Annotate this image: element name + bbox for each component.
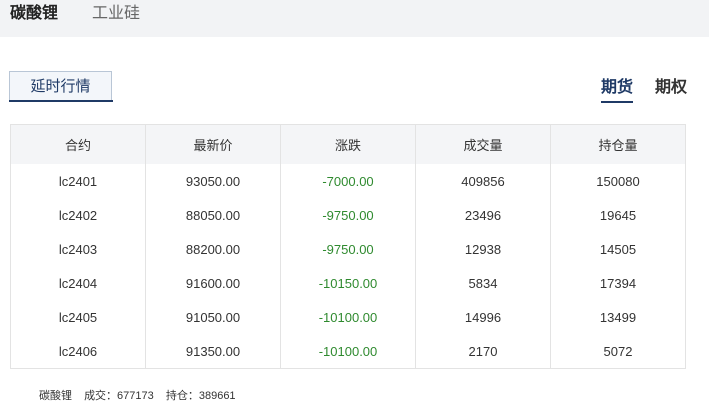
table-row[interactable]: lc2404 91600.00 -10150.00 5834 17394	[10, 266, 686, 300]
column-header-change: 涨跌	[280, 124, 416, 164]
cell-contract: lc2402	[10, 198, 146, 232]
tab-delayed-quotes[interactable]: 延时行情	[9, 71, 112, 101]
product-tab-bar: 碳酸锂 工业硅	[0, 0, 709, 37]
table-header-row: 合约 最新价 涨跌 成交量 持仓量	[10, 124, 686, 164]
table-row[interactable]: lc2405 91050.00 -10100.00 14996 13499	[10, 300, 686, 334]
column-header-last-price: 最新价	[145, 124, 281, 164]
column-header-contract: 合约	[10, 124, 146, 164]
cell-last-price: 91600.00	[145, 266, 281, 300]
table-row[interactable]: lc2401 93050.00 -7000.00 409856 150080	[10, 164, 686, 198]
cell-open-interest: 17394	[550, 266, 686, 300]
table-row[interactable]: lc2402 88050.00 -9750.00 23496 19645	[10, 198, 686, 232]
cell-last-price: 91050.00	[145, 300, 281, 334]
cell-contract: lc2401	[10, 164, 146, 198]
market-summary: 碳酸锂 成交：677173 持仓：389661	[39, 389, 245, 403]
summary-open-interest: 持仓：389661	[165, 390, 236, 402]
cell-change: -10100.00	[280, 300, 416, 334]
cell-last-price: 88200.00	[145, 232, 281, 266]
cell-open-interest: 150080	[550, 164, 686, 198]
cell-volume: 2170	[415, 334, 551, 369]
tab-industrial-silicon[interactable]: 工业硅	[92, 4, 140, 24]
subtab-underline	[9, 100, 113, 102]
cell-open-interest: 14505	[550, 232, 686, 266]
cell-change: -9750.00	[280, 198, 416, 232]
column-header-open-interest: 持仓量	[550, 124, 686, 164]
summary-volume: 成交：677173	[84, 390, 154, 402]
cell-volume: 23496	[415, 198, 551, 232]
cell-contract: lc2404	[10, 266, 146, 300]
cell-contract: lc2403	[10, 232, 146, 266]
cell-change: -9750.00	[280, 232, 416, 266]
cell-change: -10150.00	[280, 266, 416, 300]
summary-product: 碳酸锂	[39, 390, 72, 402]
quotes-table: 合约 最新价 涨跌 成交量 持仓量 lc2401 93050.00 -7000.…	[10, 124, 686, 369]
tab-lithium-carbonate[interactable]: 碳酸锂	[10, 4, 58, 24]
table-row[interactable]: lc2403 88200.00 -9750.00 12938 14505	[10, 232, 686, 266]
cell-contract: lc2406	[10, 334, 146, 369]
mode-futures[interactable]: 期货	[601, 78, 633, 98]
cell-volume: 14996	[415, 300, 551, 334]
cell-open-interest: 19645	[550, 198, 686, 232]
mode-options[interactable]: 期权	[655, 78, 687, 98]
cell-open-interest: 5072	[550, 334, 686, 369]
cell-last-price: 88050.00	[145, 198, 281, 232]
cell-open-interest: 13499	[550, 300, 686, 334]
table-row[interactable]: lc2406 91350.00 -10100.00 2170 5072	[10, 334, 686, 369]
cell-contract: lc2405	[10, 300, 146, 334]
cell-last-price: 91350.00	[145, 334, 281, 369]
cell-volume: 5834	[415, 266, 551, 300]
cell-change: -7000.00	[280, 164, 416, 198]
cell-change: -10100.00	[280, 334, 416, 369]
mode-active-indicator	[601, 101, 633, 103]
cell-last-price: 93050.00	[145, 164, 281, 198]
column-header-volume: 成交量	[415, 124, 551, 164]
cell-volume: 409856	[415, 164, 551, 198]
cell-volume: 12938	[415, 232, 551, 266]
